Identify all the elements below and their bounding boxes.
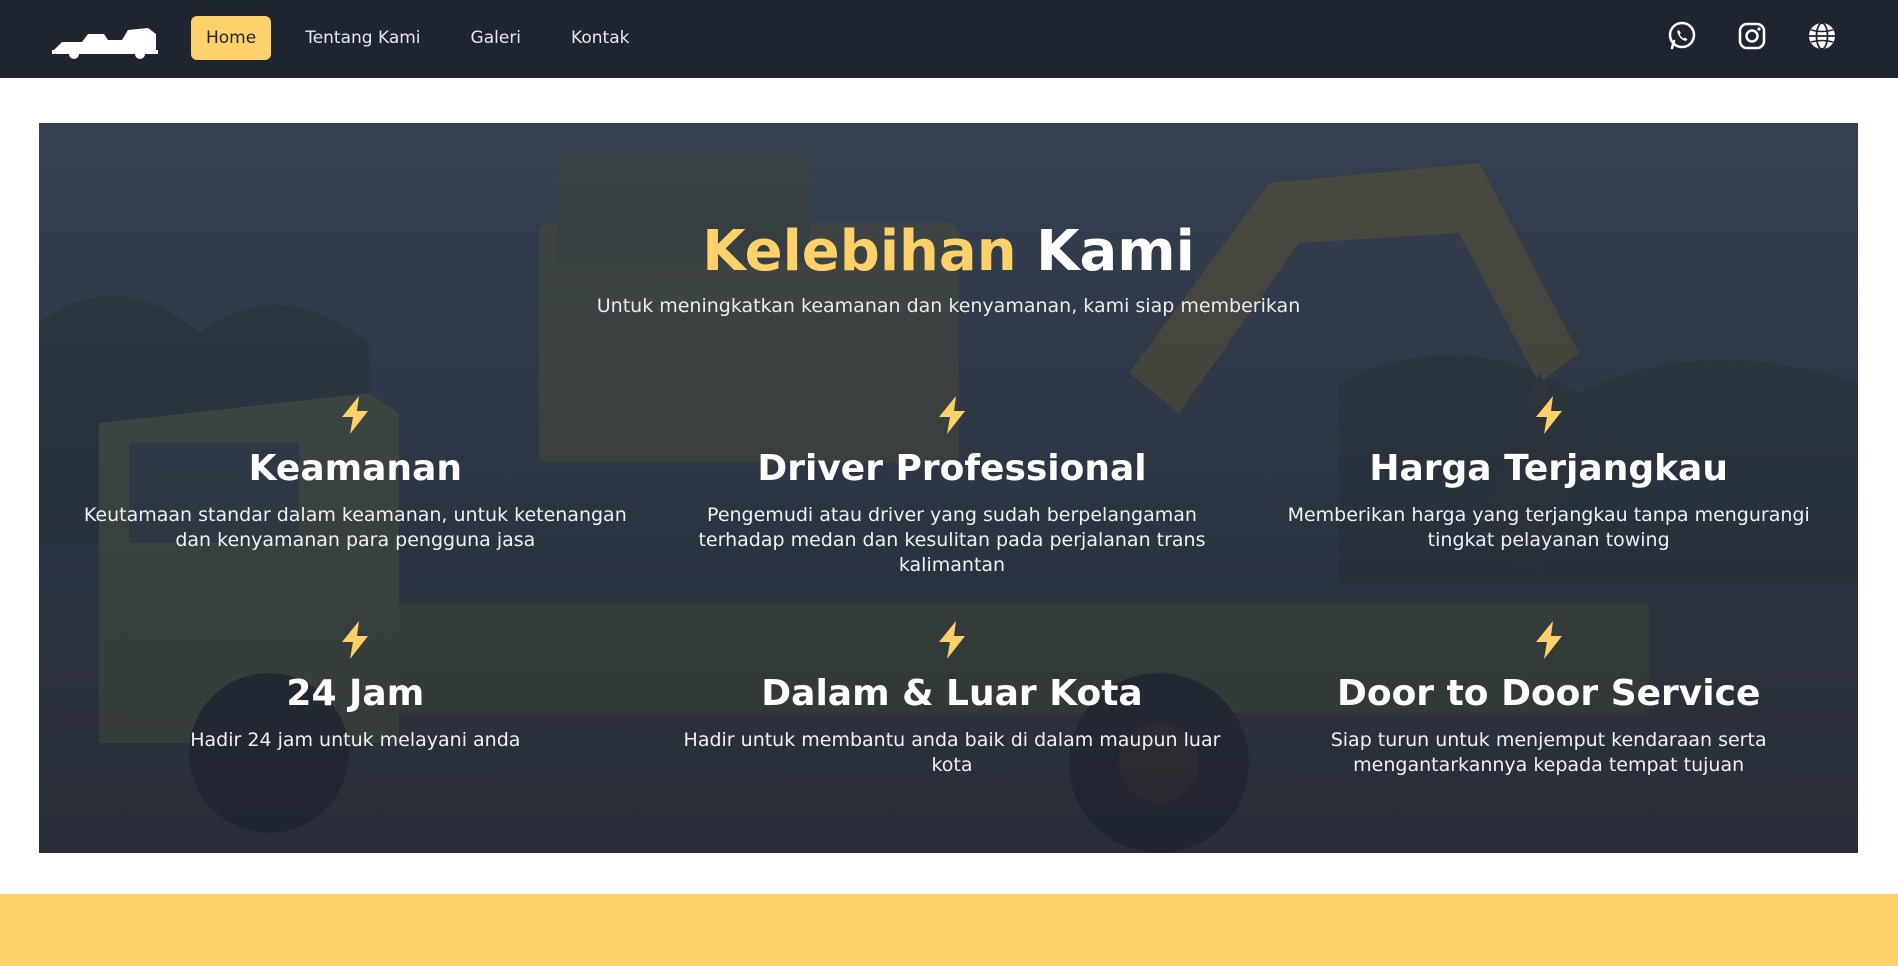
feature-card: Keamanan Keutamaan standar dalam keamana… (57, 395, 654, 620)
advantages-section: Kelebihan Kami Untuk meningkatkan keaman… (39, 123, 1858, 853)
feature-description: Memberikan harga yang terjangkau tanpa m… (1287, 504, 1810, 551)
nav-link-tentang-kami[interactable]: Tentang Kami (290, 16, 435, 60)
section-title: Kelebihan Kami (39, 217, 1858, 287)
section-subtitle: Untuk meningkatkan keamanan dan kenyaman… (596, 295, 1301, 317)
navbar: Home Tentang Kami Galeri Kontak (0, 0, 1898, 78)
social-icons (1666, 20, 1838, 52)
lightning-icon (1535, 396, 1562, 434)
lightning-icon (938, 621, 965, 659)
footer-band (0, 894, 1898, 966)
tow-truck-logo[interactable] (52, 20, 158, 60)
instagram-icon[interactable] (1736, 20, 1768, 52)
feature-card: Driver Professional Pengemudi atau drive… (654, 395, 1251, 620)
feature-card: 24 Jam Hadir 24 jam untuk melayani anda (57, 620, 654, 845)
feature-card: Dalam & Luar Kota Hadir untuk membantu a… (654, 620, 1251, 845)
nav-links: Home Tentang Kami Galeri Kontak (191, 16, 664, 60)
feature-card: Harga Terjangkau Memberikan harga yang t… (1250, 395, 1847, 620)
feature-title: 24 Jam (286, 673, 425, 714)
feature-title: Door to Door Service (1336, 673, 1761, 714)
feature-description: Pengemudi atau driver yang sudah berpela… (698, 504, 1206, 576)
nav-link-home[interactable]: Home (191, 16, 272, 60)
nav-link-kontak[interactable]: Kontak (556, 16, 644, 60)
whatsapp-icon[interactable] (1666, 20, 1698, 52)
feature-description: Siap turun untuk menjemput kendaraan ser… (1330, 729, 1767, 776)
feature-description: Keutamaan standar dalam keamanan, untuk … (83, 504, 627, 551)
lightning-icon (938, 396, 965, 434)
feature-description: Hadir untuk membantu anda baik di dalam … (683, 729, 1221, 776)
hero-content: Kelebihan Kami Untuk meningkatkan keaman… (39, 123, 1858, 853)
feature-card: Door to Door Service Siap turun untuk me… (1250, 620, 1847, 845)
section-title-accent: Kelebihan (702, 219, 1017, 284)
feature-title: Dalam & Luar Kota (761, 673, 1143, 714)
section-title-rest: Kami (1036, 219, 1195, 284)
lightning-icon (342, 621, 369, 659)
feature-title: Harga Terjangkau (1369, 448, 1728, 489)
feature-title: Keamanan (248, 448, 462, 489)
globe-icon[interactable] (1806, 20, 1838, 52)
feature-description: Hadir 24 jam untuk melayani anda (190, 729, 521, 751)
features-grid: Keamanan Keutamaan standar dalam keamana… (57, 395, 1847, 845)
feature-title: Driver Professional (757, 448, 1147, 489)
lightning-icon (1535, 621, 1562, 659)
lightning-icon (342, 396, 369, 434)
nav-link-galeri[interactable]: Galeri (456, 16, 537, 60)
